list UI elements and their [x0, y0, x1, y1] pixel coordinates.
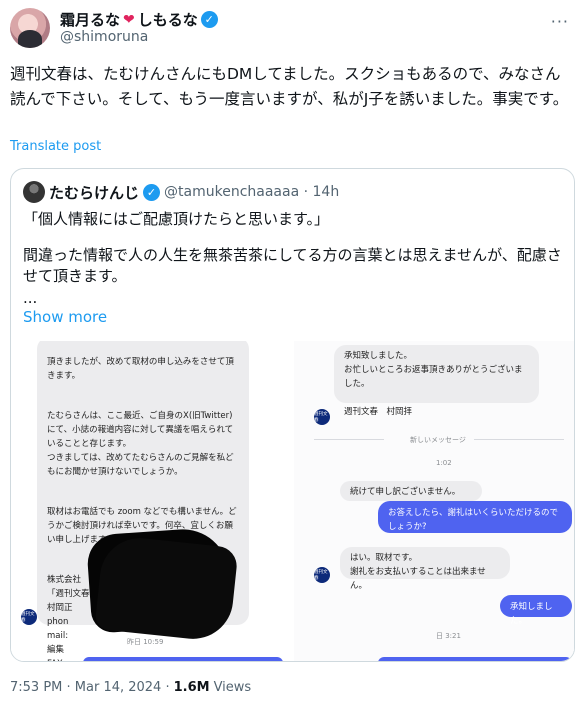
quoted-text-line1: 「個人情報にはご配慮頂けたらと思います。」 [23, 210, 330, 228]
heart-icon: ❤ [123, 11, 135, 28]
author-display-name-suffix[interactable]: しもるな [138, 9, 198, 30]
divider [474, 439, 564, 440]
redaction-scribble [94, 534, 239, 643]
views-label: Views [213, 680, 252, 695]
post-meta: 7:53 PM · Mar 14, 2024 · 1.6M Views [10, 680, 251, 695]
divider [314, 439, 384, 440]
quoted-author-handle-time: @tamukenchaaaaa · 14h [164, 184, 340, 200]
author-name-row[interactable]: 霜月るな ❤ しもるな ✓ [60, 9, 218, 30]
dm-message-bubble: 続けて申し訳ございません。 [340, 481, 482, 501]
post-header: 霜月るな ❤ しもるな ✓ @shimoruna ··· [10, 6, 573, 50]
dm-message-text: 頂きましたが、改めて取材の申し込みをさせて頂きます。 [47, 357, 234, 381]
dm-screenshot-right[interactable]: 承知致しました。 お忙しいところお返事頂きありがとうございました。 週刊文春 村… [294, 341, 574, 661]
dm-reply-bubble: 承知しました。 [500, 595, 572, 626]
verified-badge-icon: ✓ [143, 183, 161, 201]
dm-timestamp: 日 3:21 [436, 632, 461, 640]
publisher-logo-icon: 週刊文春 [314, 409, 330, 425]
author-avatar[interactable] [10, 8, 50, 48]
post-text: 週刊文春は、たむけんさんにもDMしてました。スクショもあるので、みなさん読んで下… [10, 65, 569, 108]
dm-message-bubble: はい。取材です。 謝礼をお支払いすることは出来ません。 [340, 547, 510, 591]
dm-timestamp: 昨日 10:59 [127, 638, 164, 646]
quoted-text-line2: 間違った情報で人の人生を無茶苦茶にしてる方の言葉とは思えませんが、配慮させて頂き… [23, 246, 562, 285]
dm-bubble-partial [378, 657, 572, 661]
quoted-post[interactable]: たむらけんじ ✓ @tamukenchaaaaa · 14h 「個人情報にはご配… [10, 168, 575, 662]
translate-post-link[interactable]: Translate post [10, 139, 101, 154]
post-timestamp[interactable]: 7:53 PM · Mar 14, 2024 · [10, 680, 170, 695]
publisher-logo-icon: 週刊文春 [21, 609, 37, 625]
verified-badge-icon: ✓ [200, 11, 218, 28]
more-options-icon[interactable]: ··· [551, 12, 569, 31]
dm-screenshot-left[interactable]: 頂きましたが、改めて取材の申し込みをさせて頂きます。 たむらさんは、ここ最近、ご… [11, 341, 289, 661]
publisher-logo-icon: 週刊文春 [314, 567, 330, 583]
quoted-media[interactable]: 頂きましたが、改めて取材の申し込みをさせて頂きます。 たむらさんは、ここ最近、ご… [11, 341, 574, 661]
quoted-author-avatar [23, 181, 45, 203]
quoted-author-name: たむらけんじ [49, 183, 140, 202]
new-messages-separator: 新しいメッセージ [410, 436, 466, 444]
view-count: 1.6M [173, 680, 210, 695]
dm-timestamp: 1:02 [436, 459, 452, 467]
dm-message-text: たむらさんは、ここ最近、ご自身のX(旧Twitter)にて、小誌の報道内容に対し… [47, 411, 234, 477]
author-handle[interactable]: @shimoruna [60, 29, 148, 45]
dm-reply-bubble: お答えしたら、謝礼はいくらいただけるのでしょうか? [378, 501, 572, 533]
quoted-post-header: たむらけんじ ✓ @tamukenchaaaaa · 14h [23, 181, 339, 203]
dm-bubble-partial [83, 657, 283, 661]
quoted-text-ellipsis: ... [23, 289, 38, 307]
author-display-name[interactable]: 霜月るな [60, 9, 120, 30]
show-more-link[interactable]: Show more [23, 308, 107, 326]
dm-message-bubble: 承知致しました。 お忙しいところお返事頂きありがとうございました。 週刊文春 村… [334, 345, 539, 417]
